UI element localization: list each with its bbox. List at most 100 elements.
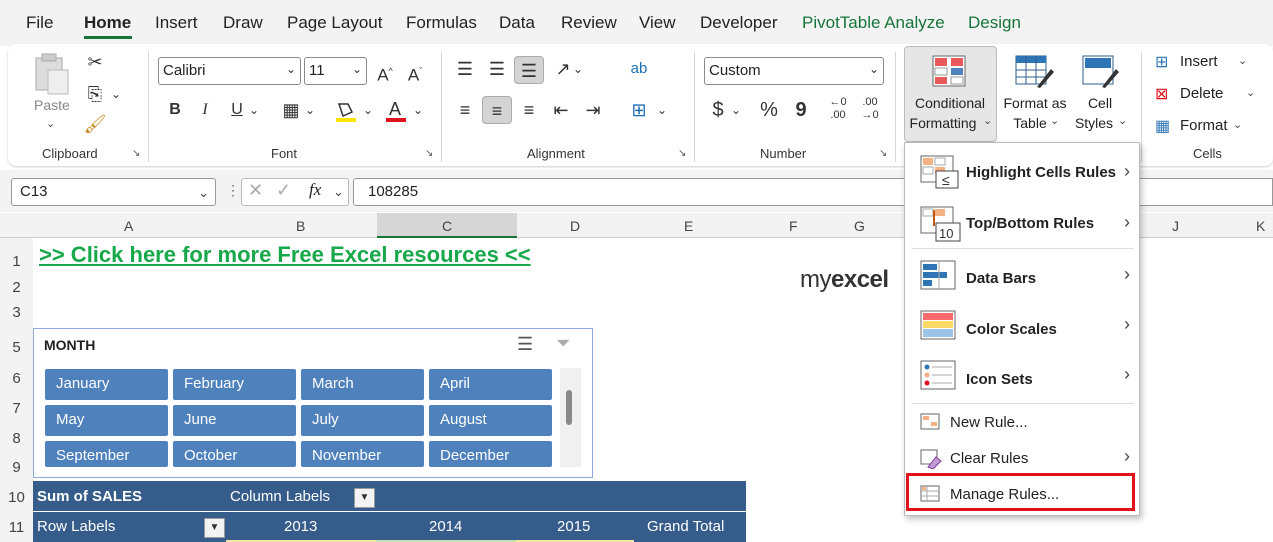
slicer-item-april[interactable]: April (429, 369, 552, 400)
tab-page-layout[interactable]: Page Layout (287, 13, 382, 33)
column-header-e[interactable]: E (684, 218, 693, 234)
wrap-text-icon[interactable]: ab (624, 55, 654, 83)
slicer-item-may[interactable]: May (45, 405, 168, 436)
font-name-dropdown-icon[interactable]: ⌄ (286, 62, 296, 76)
delete-cells-icon[interactable]: ⊠ (1155, 84, 1168, 104)
tab-formulas[interactable]: Formulas (406, 13, 477, 33)
row-header-10[interactable]: 10 (0, 489, 33, 506)
paste-dropdown-icon[interactable]: ⌄ (46, 117, 55, 130)
paste-label[interactable]: Paste (34, 95, 70, 115)
decrease-indent-icon[interactable]: ⇤ (546, 96, 576, 124)
tab-home[interactable]: Home (84, 13, 131, 33)
delete-dropdown-icon[interactable]: ⌄ (1246, 86, 1255, 99)
menu-item-data-bars[interactable]: Data Bars › (904, 258, 1140, 302)
alignment-launcher-icon[interactable]: ↘ (678, 148, 686, 159)
align-middle-icon[interactable]: ☰ (482, 55, 512, 83)
clipboard-launcher-icon[interactable]: ↘ (132, 148, 140, 159)
italic-icon[interactable]: I (190, 96, 220, 124)
format-dropdown-icon[interactable]: ⌄ (1233, 118, 1242, 131)
paste-icon[interactable] (30, 52, 74, 98)
menu-item-clear-rules[interactable]: Clear Rules › (904, 446, 1140, 474)
tab-file[interactable]: File (26, 13, 53, 33)
row-header-5[interactable]: 5 (0, 339, 33, 356)
tab-developer[interactable]: Developer (700, 13, 778, 33)
font-name-combo[interactable]: Calibri ⌄ (158, 57, 301, 85)
format-as-table-dropdown-icon[interactable]: ⌄ (1050, 114, 1059, 127)
slicer-item-february[interactable]: February (173, 369, 296, 400)
orientation-dropdown-icon[interactable]: ⌄ (570, 55, 586, 83)
comma-style-icon[interactable]: 9 (786, 96, 816, 124)
column-header-g[interactable]: G (854, 218, 865, 234)
slicer-item-august[interactable]: August (429, 405, 552, 436)
cell-styles-label-2[interactable]: Styles (1074, 113, 1114, 133)
cell-styles-dropdown-icon[interactable]: ⌄ (1118, 114, 1127, 127)
menu-item-highlight-cells-rules[interactable]: ≤ Highlight Cells Rules › (904, 152, 1140, 196)
font-color-dropdown-icon[interactable]: ⌄ (410, 96, 426, 124)
copy-dropdown-icon[interactable]: ⌄ (108, 80, 124, 108)
column-header-f[interactable]: F (789, 218, 798, 234)
slicer-item-june[interactable]: June (173, 405, 296, 436)
row-header-8[interactable]: 8 (0, 430, 33, 447)
format-as-table-icon[interactable] (1015, 55, 1055, 89)
slicer-item-july[interactable]: July (301, 405, 424, 436)
column-header-a[interactable]: A (124, 218, 133, 234)
slicer-item-december[interactable]: December (429, 441, 552, 467)
tab-review[interactable]: Review (561, 13, 617, 33)
font-launcher-icon[interactable]: ↘ (425, 148, 433, 159)
confirm-entry-icon[interactable]: ✓ (276, 180, 291, 201)
format-cells-icon[interactable]: ▦ (1155, 116, 1170, 136)
row-header-1[interactable]: 1 (0, 253, 33, 270)
delete-cells-label[interactable]: Delete (1180, 85, 1223, 102)
menu-item-top-bottom-rules[interactable]: 10 Top/Bottom Rules › (904, 203, 1140, 247)
tab-design[interactable]: Design (968, 13, 1021, 33)
name-box[interactable]: C13 ⌄ (11, 178, 216, 206)
borders-dropdown-icon[interactable]: ⌄ (302, 96, 318, 124)
merge-center-icon[interactable]: ⊞ (624, 96, 654, 124)
name-box-dropdown-icon[interactable]: ⌄ (198, 185, 209, 201)
tab-view[interactable]: View (639, 13, 676, 33)
font-color-icon[interactable]: A (384, 98, 408, 124)
format-cells-label[interactable]: Format (1180, 117, 1228, 134)
column-header-b[interactable]: B (296, 218, 305, 234)
fill-color-dropdown-icon[interactable]: ⌄ (360, 96, 376, 124)
menu-item-icon-sets[interactable]: Icon Sets › (904, 358, 1140, 402)
slicer-scroll-thumb[interactable] (566, 390, 572, 425)
menu-item-new-rule[interactable]: New Rule... (904, 410, 1140, 438)
slicer-item-october[interactable]: October (173, 441, 296, 467)
formula-bar-grip-icon[interactable]: ⋮ (226, 182, 240, 199)
tab-insert[interactable]: Insert (155, 13, 198, 33)
decrease-decimal-icon[interactable]: .00 →0 (855, 96, 885, 124)
slicer-item-march[interactable]: March (301, 369, 424, 400)
column-header-d[interactable]: D (570, 218, 580, 234)
row-header-6[interactable]: 6 (0, 370, 33, 387)
row-header-11[interactable]: 11 (0, 519, 33, 536)
bold-icon[interactable]: B (160, 96, 190, 124)
format-painter-icon[interactable]: 🖌 (80, 110, 110, 138)
decrease-font-icon[interactable]: Aˇ (400, 57, 430, 85)
merge-dropdown-icon[interactable]: ⌄ (654, 96, 670, 124)
row-header-3[interactable]: 3 (0, 304, 33, 321)
formula-expand-icon[interactable]: ⌄ (333, 184, 344, 200)
align-top-icon[interactable]: ☰ (450, 55, 480, 83)
copy-icon[interactable]: ⎘ (80, 80, 110, 108)
row-labels-filter-icon[interactable]: ▼ (204, 518, 225, 538)
font-size-dropdown-icon[interactable]: ⌄ (352, 62, 362, 76)
underline-dropdown-icon[interactable]: ⌄ (246, 96, 262, 124)
column-header-c[interactable]: C (442, 218, 452, 234)
number-format-combo[interactable]: Custom ⌄ (704, 57, 884, 85)
cancel-entry-icon[interactable]: ✕ (248, 180, 263, 201)
align-center-icon[interactable]: ≡ (482, 96, 512, 124)
tab-pivottable-analyze[interactable]: PivotTable Analyze (802, 13, 945, 33)
column-labels-filter-icon[interactable]: ▼ (354, 488, 375, 508)
align-left-icon[interactable]: ≡ (450, 96, 480, 124)
row-header-2[interactable]: 2 (0, 279, 33, 296)
fill-color-icon[interactable] (334, 100, 358, 124)
align-bottom-icon[interactable]: ☰ (514, 56, 544, 84)
menu-item-color-scales[interactable]: Color Scales › (904, 308, 1140, 352)
number-format-dropdown-icon[interactable]: ⌄ (869, 62, 879, 76)
multi-select-icon[interactable]: ☰ (517, 334, 533, 355)
align-right-icon[interactable]: ≡ (514, 96, 544, 124)
insert-function-icon[interactable]: fx (309, 180, 321, 200)
slicer-scrollbar[interactable] (560, 368, 581, 467)
slicer-item-september[interactable]: September (45, 441, 168, 467)
